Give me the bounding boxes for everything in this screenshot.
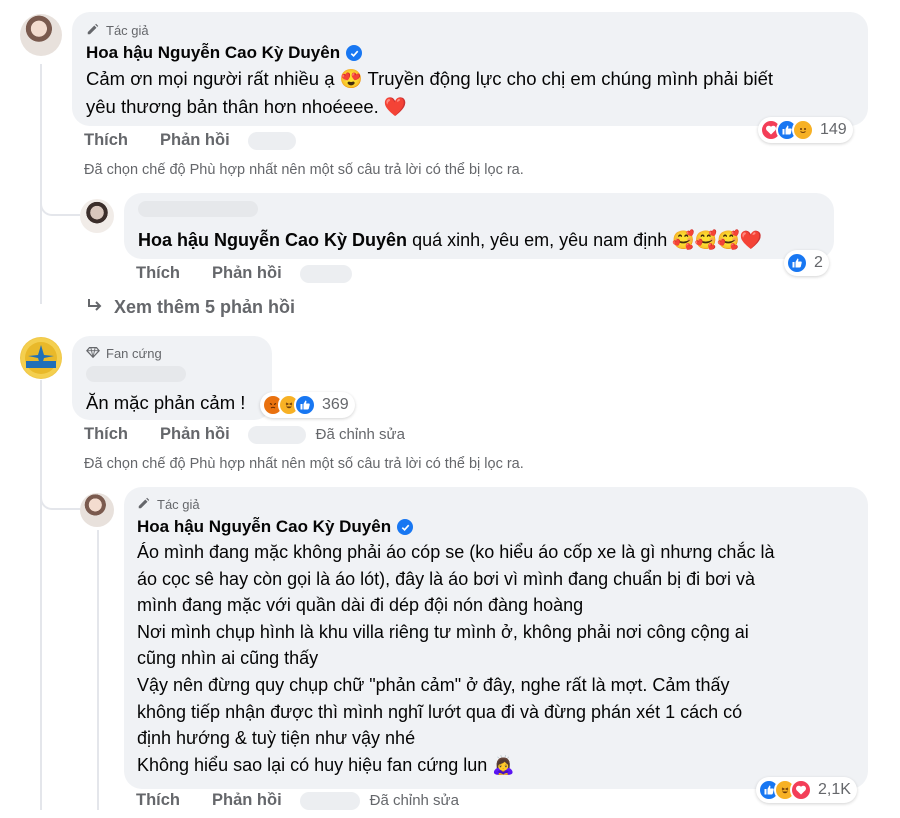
reply-bubble: Hoa hậu Nguyễn Cao Kỳ Duyên quá xinh, yê… — [124, 193, 834, 259]
reaction-summary[interactable]: 2 — [784, 250, 829, 276]
pencil-icon — [137, 496, 151, 513]
verified-icon — [346, 45, 363, 61]
comment-actions: Thích Phản hồi — [84, 131, 296, 150]
author-badge: Tác giả — [137, 496, 855, 513]
logo-avatar-image — [21, 338, 61, 378]
username-redacted — [86, 366, 186, 382]
mention-link[interactable]: Hoa hậu Nguyễn Cao Kỳ Duyên — [138, 230, 407, 250]
timestamp-redacted — [247, 425, 306, 444]
thread-line-1 — [40, 64, 42, 304]
like-button[interactable]: Thích — [136, 791, 180, 810]
author-name[interactable]: Hoa hậu Nguyễn Cao Kỳ Duyên — [86, 43, 363, 63]
avatar[interactable] — [80, 199, 114, 233]
like-reaction-icon — [294, 394, 316, 416]
filter-note: Đã chọn chế độ Phù hợp nhất nên một số c… — [84, 162, 524, 178]
timestamp-redacted — [299, 264, 352, 283]
care-reaction-icon — [792, 119, 814, 141]
timestamp-redacted — [247, 131, 296, 150]
comment-bubble: Tác giả Hoa hậu Nguyễn Cao Kỳ Duyên Cảm … — [72, 12, 868, 126]
avatar[interactable] — [20, 337, 62, 379]
reply-arrow-icon — [86, 296, 104, 319]
reaction-count: 2,1K — [818, 781, 851, 798]
reaction-summary[interactable]: 149 — [758, 117, 853, 143]
comment-bubble: Fan cứng Ăn mặc phản cảm ! — [72, 336, 272, 420]
reaction-count: 149 — [820, 121, 847, 138]
filter-note: Đã chọn chế độ Phù hợp nhất nên một số c… — [84, 456, 524, 472]
reply-button[interactable]: Phản hồi — [160, 131, 230, 150]
comment-text: Ăn mặc phản cảm ! — [86, 392, 246, 413]
author-badge: Tác giả — [86, 22, 854, 39]
reply-text: Áo mình đang mặc không phải áo cóp se (k… — [137, 542, 775, 775]
reply-button[interactable]: Phản hồi — [212, 264, 282, 283]
reply-actions: Thích Phản hồi Đã chỉnh sửa — [136, 791, 459, 810]
reply-actions: Thích Phản hồi — [136, 264, 352, 283]
thread-line-reply — [97, 530, 99, 810]
comment-text: Cảm ơn mọi người rất nhiều ạ 😍 Truyền độ… — [86, 68, 774, 117]
like-button[interactable]: Thích — [84, 425, 128, 444]
like-button[interactable]: Thích — [84, 131, 128, 150]
author-name[interactable]: Hoa hậu Nguyễn Cao Kỳ Duyên — [137, 517, 414, 537]
edited-label: Đã chỉnh sửa — [315, 426, 405, 443]
fan-badge: Fan cứng — [86, 345, 258, 362]
love-reaction-icon — [790, 779, 812, 801]
avatar[interactable] — [20, 14, 62, 56]
reaction-count: 369 — [322, 396, 349, 413]
thread-branch-1 — [40, 186, 80, 216]
reply-button[interactable]: Phản hồi — [212, 791, 282, 810]
edited-label: Đã chỉnh sửa — [369, 792, 459, 809]
reaction-summary[interactable]: 369 — [260, 392, 355, 418]
thread-line-2 — [40, 380, 42, 810]
diamond-icon — [86, 345, 100, 362]
verified-icon — [397, 519, 414, 535]
comment-actions: Thích Phản hồi Đã chỉnh sửa — [84, 425, 405, 444]
reply-text: Hoa hậu Nguyễn Cao Kỳ Duyên quá xinh, yê… — [138, 230, 762, 250]
username-redacted — [138, 201, 258, 217]
like-reaction-icon — [786, 252, 808, 274]
avatar[interactable] — [80, 493, 114, 527]
timestamp-redacted — [299, 791, 360, 810]
reaction-summary[interactable]: 2,1K — [756, 777, 857, 803]
reply-button[interactable]: Phản hồi — [160, 425, 230, 444]
view-more-replies[interactable]: Xem thêm 5 phản hồi — [86, 296, 295, 319]
reply-bubble: Tác giả Hoa hậu Nguyễn Cao Kỳ Duyên Áo m… — [124, 487, 868, 789]
thread-branch-2 — [40, 480, 80, 510]
reaction-count: 2 — [814, 254, 823, 271]
like-button[interactable]: Thích — [136, 264, 180, 283]
pencil-icon — [86, 22, 100, 39]
